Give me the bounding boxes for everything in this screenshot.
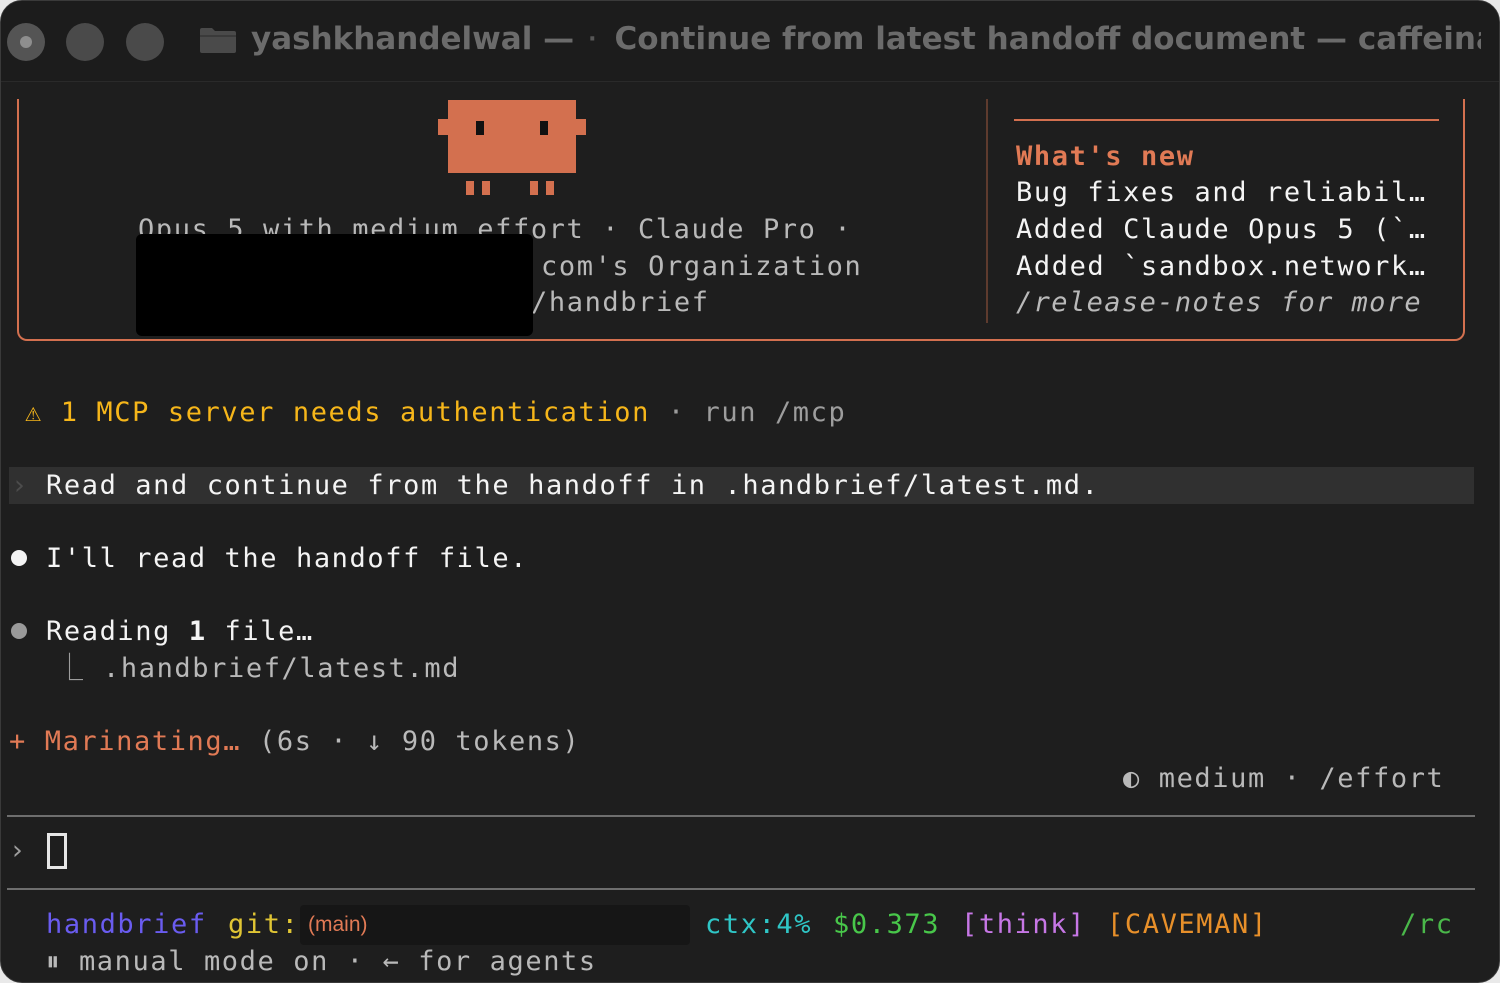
- working-directory: /handbrief: [531, 287, 710, 318]
- whats-new-rule: [1014, 119, 1439, 121]
- user-prompt: Read and continue from the handoff in .h…: [46, 470, 1100, 501]
- maximize-button[interactable]: [126, 23, 164, 61]
- status-think: [think]: [961, 909, 1086, 940]
- tool-call: Reading 1 file…: [46, 616, 314, 647]
- whats-new-item: Added Claude Opus 5 (`…: [1016, 214, 1427, 245]
- status-branch: (main): [308, 913, 368, 936]
- tool-bullet-icon: [11, 623, 27, 639]
- whats-new-heading: What's new: [1016, 141, 1195, 172]
- terminal-window: yashkhandelwal — · Continue from latest ha…: [0, 0, 1500, 983]
- spinner-detail: (6s · ↓ 90 tokens): [259, 726, 581, 757]
- status-context: ctx:4%: [705, 909, 813, 940]
- mcp-warning: ⚠ 1 MCP server needs authentication · ru…: [25, 394, 846, 431]
- status-project: handbrief: [46, 909, 207, 940]
- claude-mascot-icon: [438, 100, 586, 195]
- tool-branch-icon: ⎿: [56, 653, 85, 684]
- banner-divider: [986, 99, 988, 323]
- close-button[interactable]: [7, 23, 45, 61]
- mode-line: ⏸ manual mode on · ← for agents: [46, 946, 597, 977]
- spinner-verb: Marinating…: [44, 726, 242, 757]
- effort-icon: ◐: [1123, 763, 1141, 794]
- window-title: yashkhandelwal — · Continue from latest ha…: [251, 21, 1481, 57]
- input-cursor[interactable]: [47, 833, 67, 869]
- title-bar: yashkhandelwal — · Continue from latest ha…: [1, 1, 1499, 82]
- effort-text: medium · /effort: [1158, 763, 1445, 794]
- input-prompt-icon: ›: [9, 835, 27, 866]
- effort-indicator: ◐ medium · /effort: [1123, 760, 1444, 797]
- input-top-rule: [7, 815, 1475, 817]
- whats-new-item: Bug fixes and reliabil…: [1016, 177, 1427, 208]
- tool-file-path: .handbrief/latest.md: [103, 653, 461, 684]
- redaction-block: [136, 234, 533, 336]
- status-rc[interactable]: /rc: [1400, 906, 1454, 943]
- release-notes-link[interactable]: /release-notes for more: [1016, 284, 1422, 321]
- message-bullet-icon: [11, 550, 27, 566]
- status-caveman: [CAVEMAN]: [1107, 909, 1268, 940]
- whats-new-item: Added `sandbox.network…: [1016, 251, 1427, 282]
- status-cost: $0.373: [833, 909, 941, 940]
- spinner-icon: +: [9, 726, 27, 757]
- window-user: yashkhandelwal: [251, 21, 533, 57]
- window-title-text: Continue from latest handoff document — …: [614, 21, 1481, 57]
- warning-icon: ⚠: [25, 397, 43, 428]
- warning-text: 1 MCP server needs authentication: [60, 397, 650, 428]
- folder-icon: [200, 28, 236, 53]
- minimize-button[interactable]: [66, 23, 104, 61]
- organization-info: com's Organization: [541, 251, 863, 282]
- close-dot-icon: [20, 36, 32, 48]
- warning-hint: · run /mcp: [667, 397, 847, 428]
- status-git-label: git:: [228, 909, 300, 940]
- assistant-message: I'll read the handoff file.: [46, 543, 529, 574]
- input-bottom-rule: [7, 888, 1475, 890]
- spinner-status: + Marinating… (6s · ↓ 90 tokens): [9, 723, 580, 760]
- prompt-chevron-icon: ›: [11, 470, 29, 501]
